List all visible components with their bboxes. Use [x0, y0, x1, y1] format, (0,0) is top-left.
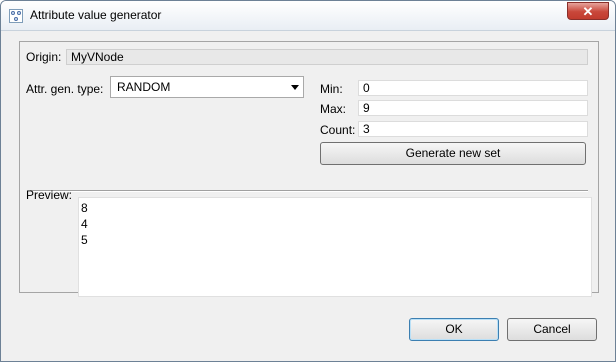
- preview-value: 5: [81, 233, 88, 247]
- gen-type-select[interactable]: RANDOM: [110, 76, 304, 98]
- max-label: Max:: [320, 102, 347, 116]
- gen-type-value: RANDOM: [117, 80, 171, 94]
- origin-field: MyVNode: [66, 49, 588, 65]
- graph-icon: [9, 9, 23, 23]
- generator-panel: Origin: MyVNode Attr. gen. type: RANDOM …: [19, 41, 599, 297]
- dialog-window: Attribute value generator ✕ Origin: MyVN…: [0, 0, 616, 362]
- divider: [30, 190, 588, 192]
- preview-value: 8: [81, 201, 88, 215]
- min-label: Min:: [320, 82, 343, 96]
- max-field[interactable]: 9: [358, 100, 588, 116]
- gen-type-label: Attr. gen. type:: [26, 82, 104, 96]
- count-field[interactable]: 3: [358, 121, 588, 137]
- chevron-down-icon[interactable]: [291, 85, 299, 90]
- generate-new-set-button[interactable]: Generate new set: [320, 142, 586, 165]
- preview-value: 4: [81, 217, 88, 231]
- ok-button[interactable]: OK: [409, 318, 499, 341]
- preview-area[interactable]: 8 4 5: [78, 197, 592, 297]
- title-bar[interactable]: Attribute value generator ✕: [1, 1, 615, 31]
- dialog-content: Origin: MyVNode Attr. gen. type: RANDOM …: [9, 31, 607, 353]
- window-title: Attribute value generator: [30, 8, 162, 22]
- origin-label: Origin:: [26, 50, 62, 64]
- close-button[interactable]: ✕: [567, 2, 609, 20]
- min-field[interactable]: 0: [358, 80, 588, 96]
- count-label: Count:: [320, 123, 356, 137]
- preview-label: Preview:: [26, 188, 73, 202]
- cancel-button[interactable]: Cancel: [507, 318, 597, 341]
